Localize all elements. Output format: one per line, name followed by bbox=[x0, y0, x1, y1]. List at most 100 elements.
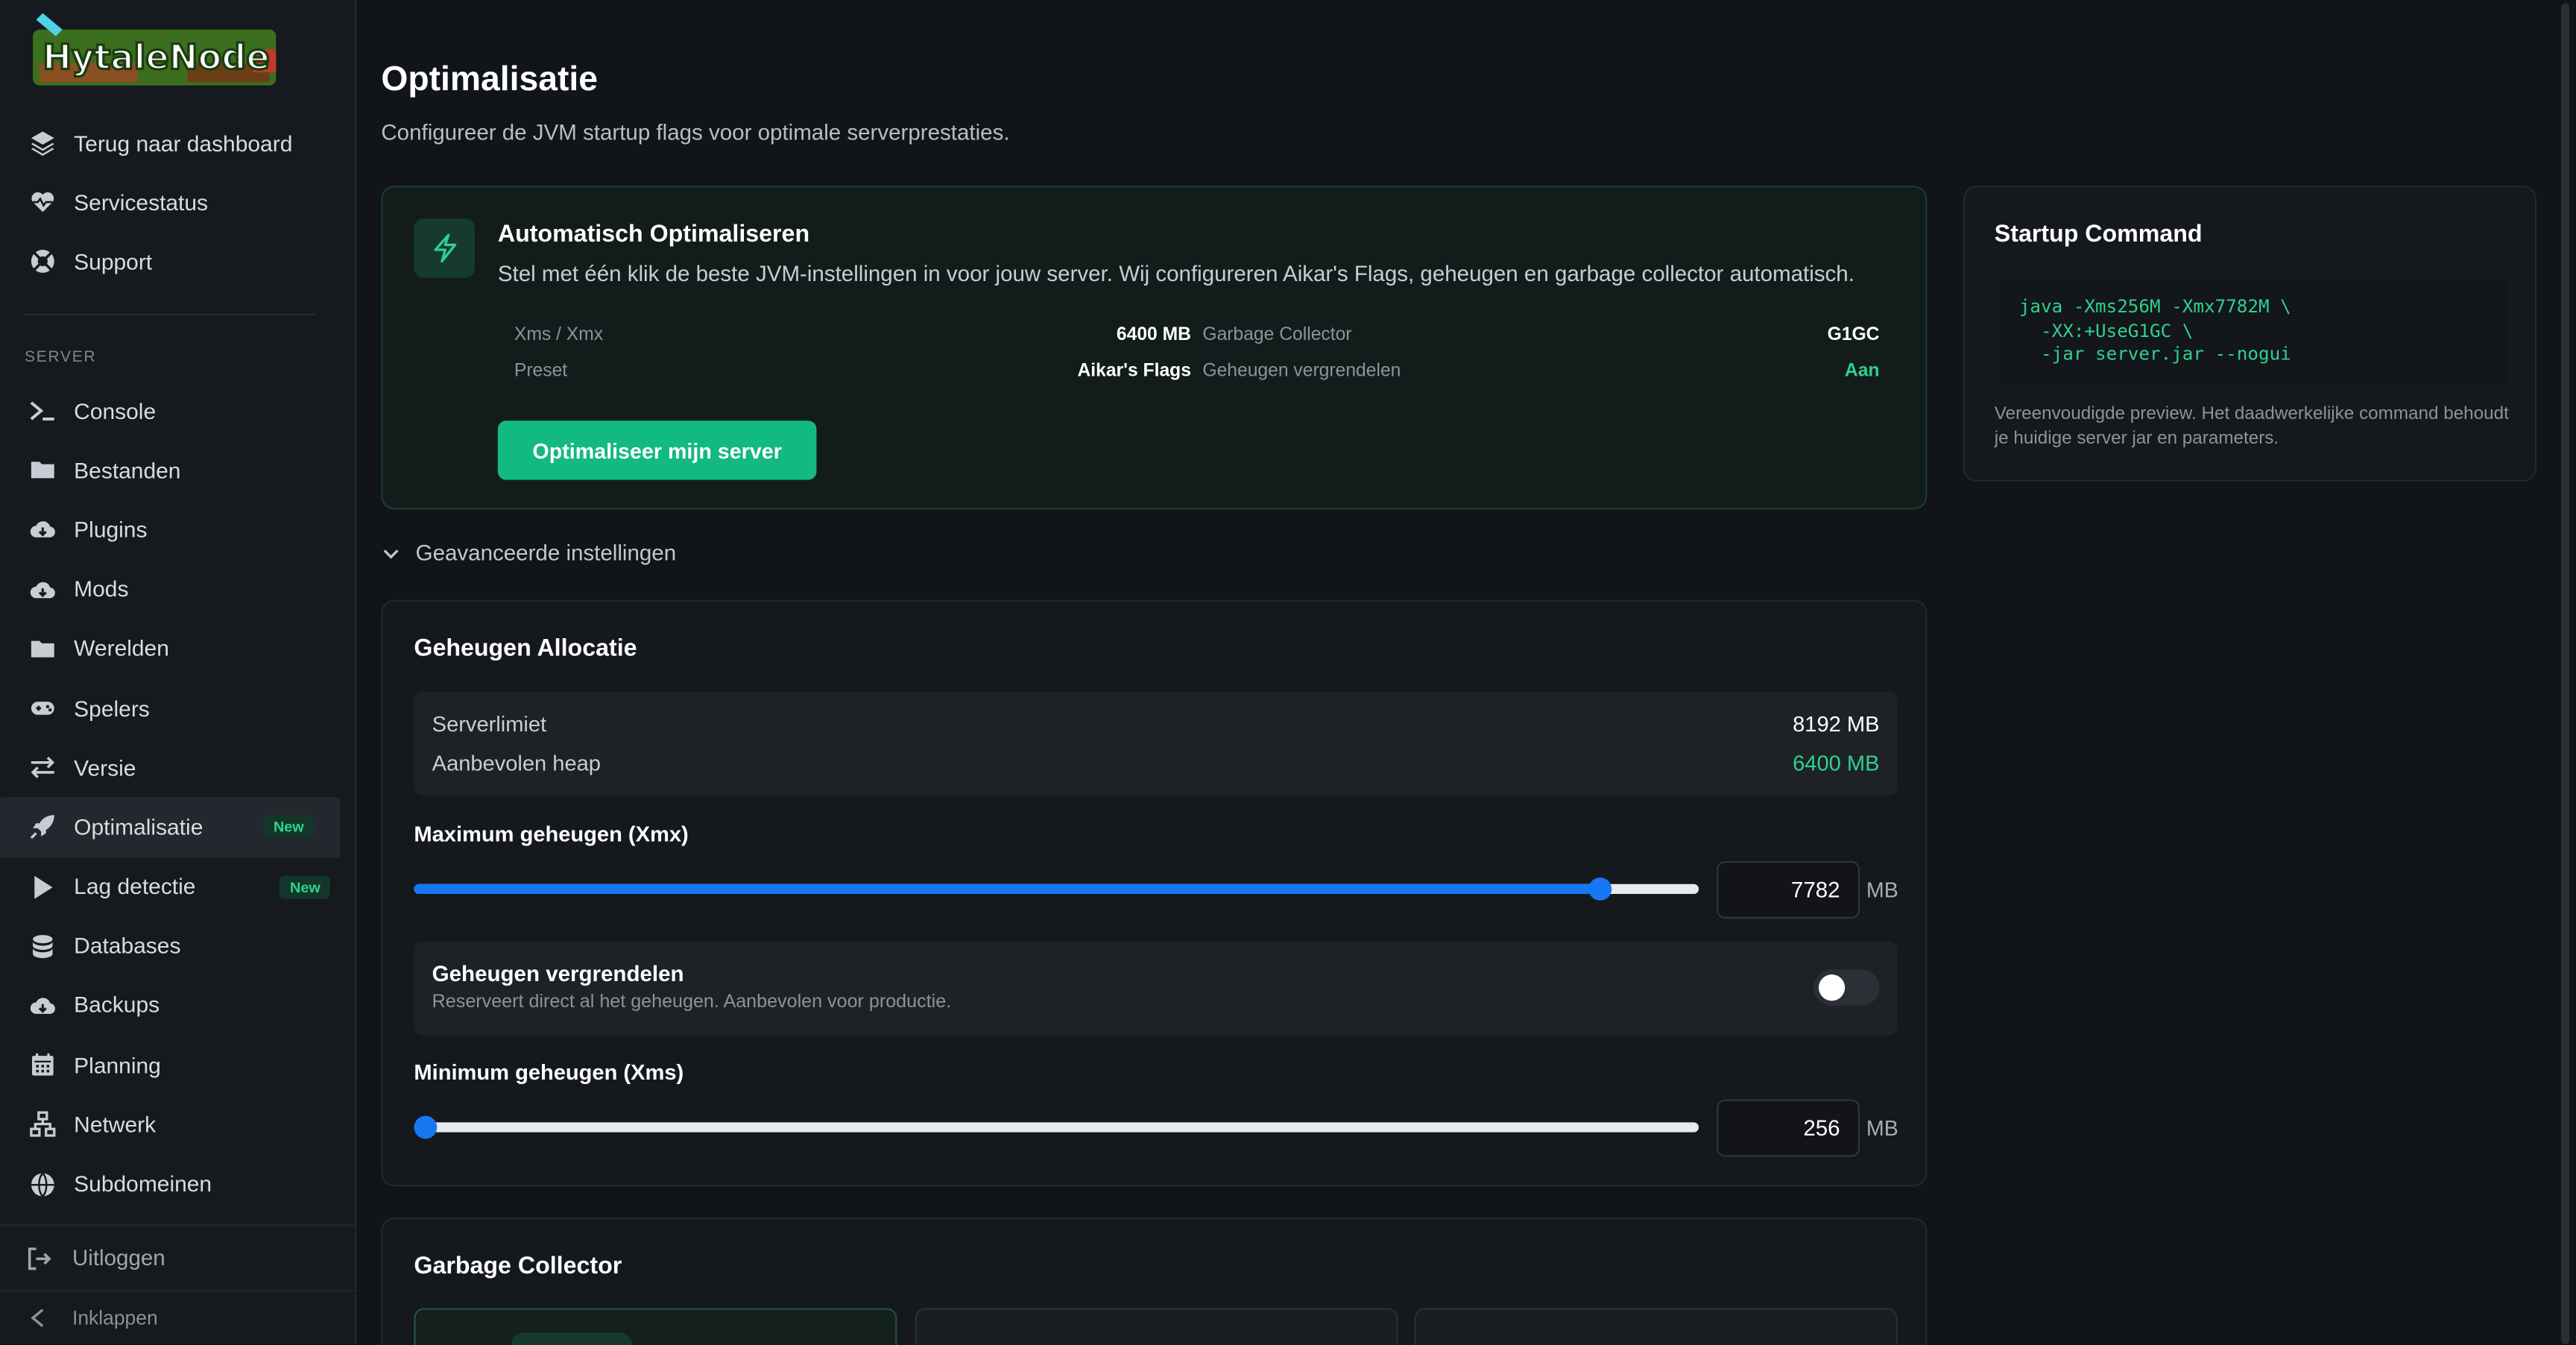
sidebar-item-optimalisatie[interactable]: Optimalisatie New bbox=[0, 797, 341, 857]
sidebar-item-databases[interactable]: Databases bbox=[0, 916, 356, 976]
sidebar-item-label: Netwerk bbox=[74, 1112, 157, 1137]
optimize-server-button[interactable]: Optimaliseer mijn server bbox=[497, 420, 817, 480]
xms-xmx-label: Xms / Xmx bbox=[514, 325, 604, 345]
min-memory-slider[interactable] bbox=[414, 1115, 1699, 1139]
min-memory-slider-thumb[interactable] bbox=[414, 1115, 438, 1139]
preset-value: Aikar's Flags bbox=[1077, 361, 1191, 382]
min-memory-label: Minimum geheugen (Xms) bbox=[414, 1059, 684, 1085]
logout-icon bbox=[26, 1245, 56, 1271]
page-scrollbar[interactable] bbox=[2558, 0, 2573, 1344]
folder-icon bbox=[28, 457, 57, 483]
sidebar-item-support[interactable]: Support bbox=[0, 233, 356, 292]
sidebar-item-label: Bestanden bbox=[74, 458, 181, 483]
sidebar-item-bestanden[interactable]: Bestanden bbox=[0, 441, 356, 500]
lock-memory-value: Aan bbox=[1844, 361, 1880, 382]
network-icon bbox=[28, 1112, 57, 1138]
server-limit-row: Serverlimiet 8192 MB bbox=[432, 711, 1880, 736]
sidebar-item-werelden[interactable]: Werelden bbox=[0, 619, 356, 678]
sidebar-item-versie[interactable]: Versie bbox=[0, 738, 356, 798]
lifebuoy-icon bbox=[28, 249, 57, 275]
database-icon bbox=[28, 933, 57, 959]
lightning-icon bbox=[414, 218, 475, 278]
gc-option-card[interactable] bbox=[915, 1308, 1398, 1345]
gc-option-card[interactable] bbox=[414, 1308, 897, 1345]
sidebar-item-label: Support bbox=[74, 249, 153, 275]
sidebar-divider bbox=[22, 313, 316, 316]
logout-button[interactable]: Uitloggen bbox=[0, 1224, 357, 1290]
preset-label: Preset bbox=[514, 361, 568, 382]
sidebar-item-console[interactable]: Console bbox=[0, 381, 356, 441]
sidebar-item-label: Versie bbox=[74, 755, 136, 781]
hytalenode-logo[interactable]: HytaleNode bbox=[23, 7, 286, 92]
sidebar-item-label: Servicestatus bbox=[74, 190, 209, 215]
chevron-left-icon bbox=[30, 1308, 49, 1328]
sidebar-server-nav: Console Bestanden Plugins Mods Werelden … bbox=[0, 381, 356, 1214]
sidebar-item-label: Planning bbox=[74, 1053, 161, 1078]
lock-memory-title: Geheugen vergrendelen bbox=[432, 961, 684, 986]
page-title: Optimalisatie bbox=[381, 60, 599, 99]
play-icon bbox=[28, 874, 57, 900]
collapse-label: Inklappen bbox=[72, 1306, 158, 1330]
sidebar-top-nav: Terug naar dashboard Servicestatus Suppo… bbox=[0, 113, 356, 292]
startup-command-card: Startup Command java -Xms256M -Xmx7782M … bbox=[1963, 186, 2537, 482]
new-badge: New bbox=[263, 815, 314, 839]
new-badge: New bbox=[280, 875, 331, 898]
sidebar-item-lag-detectie[interactable]: Lag detectie New bbox=[0, 857, 356, 916]
sidebar-item-label: Optimalisatie bbox=[74, 815, 203, 840]
gc-option-card[interactable] bbox=[1414, 1308, 1898, 1345]
lock-memory-row: Geheugen vergrendelen Aan bbox=[1202, 362, 1879, 381]
calendar-icon bbox=[28, 1052, 57, 1078]
min-memory-input[interactable] bbox=[1717, 1099, 1860, 1157]
sidebar-item-planning[interactable]: Planning bbox=[0, 1036, 356, 1095]
sidebar-item-plugins[interactable]: Plugins bbox=[0, 500, 356, 560]
max-memory-slider-thumb[interactable] bbox=[1588, 877, 1611, 901]
garbage-collector-card: Garbage Collector bbox=[381, 1218, 1928, 1345]
terminal-icon bbox=[28, 398, 57, 424]
rocket-icon bbox=[28, 814, 57, 840]
max-memory-unit: MB bbox=[1866, 877, 1898, 903]
layers-icon bbox=[28, 130, 57, 157]
sidebar-item-dashboard[interactable]: Terug naar dashboard bbox=[0, 113, 356, 173]
advanced-settings-label: Geavanceerde instellingen bbox=[415, 541, 677, 566]
recommended-heap-label: Aanbevolen heap bbox=[432, 751, 601, 776]
sidebar-item-spelers[interactable]: Spelers bbox=[0, 678, 356, 738]
server-limit-value: 8192 MB bbox=[1793, 711, 1880, 737]
sidebar-item-label: Mods bbox=[74, 576, 129, 602]
sidebar-item-backups[interactable]: Backups bbox=[0, 976, 356, 1036]
logo-graphic: HytaleNode bbox=[33, 13, 277, 86]
recommended-heap-row: Aanbevolen heap 6400 MB bbox=[432, 751, 1880, 775]
auto-optimize-title: Automatisch Optimaliseren bbox=[497, 221, 810, 248]
gc-label: Garbage Collector bbox=[1202, 325, 1352, 345]
sidebar-item-label: Spelers bbox=[74, 696, 150, 721]
memory-allocation-title: Geheugen Allocatie bbox=[414, 635, 637, 663]
sidebar-item-servicestatus[interactable]: Servicestatus bbox=[0, 173, 356, 233]
lock-memory-description: Reserveert direct al het geheugen. Aanbe… bbox=[432, 992, 952, 1012]
globe-icon bbox=[28, 1171, 57, 1197]
max-memory-slider[interactable] bbox=[414, 877, 1699, 901]
swap-arrows-icon bbox=[28, 755, 57, 781]
sidebar-item-netwerk[interactable]: Netwerk bbox=[0, 1094, 356, 1154]
collapse-sidebar-button[interactable]: Inklappen bbox=[0, 1290, 357, 1344]
recommended-heap-value: 6400 MB bbox=[1793, 751, 1880, 776]
sidebar-item-mods[interactable]: Mods bbox=[0, 560, 356, 620]
min-memory-unit: MB bbox=[1866, 1115, 1898, 1141]
auto-optimize-description: Stel met één klik de beste JVM-instellin… bbox=[497, 261, 1854, 286]
scrollbar-thumb[interactable] bbox=[2561, 3, 2570, 1344]
advanced-settings-toggle[interactable]: Geavanceerde instellingen bbox=[381, 541, 676, 565]
startup-command-code: java -Xms256M -Xmx7782M \ -XX:+UseG1GC \… bbox=[1994, 279, 2509, 390]
sidebar-item-label: Terug naar dashboard bbox=[74, 130, 293, 156]
toggle-knob bbox=[1818, 974, 1846, 1001]
startup-command-note: Vereenvoudigde preview. Het daadwerkelij… bbox=[1994, 404, 2509, 448]
max-memory-label: Maximum geheugen (Xmx) bbox=[414, 822, 689, 847]
gc-row: Garbage Collector G1GC bbox=[1202, 325, 1879, 344]
max-memory-input[interactable] bbox=[1717, 860, 1860, 919]
gc-option-tag bbox=[511, 1332, 633, 1345]
lock-memory-label: Geheugen vergrendelen bbox=[1202, 361, 1401, 382]
sidebar-item-label: Lag detectie bbox=[74, 874, 196, 899]
xms-xmx-row: Xms / Xmx 6400 MB bbox=[514, 325, 1191, 344]
lock-memory-toggle[interactable] bbox=[1813, 969, 1880, 1006]
sidebar-item-label: Console bbox=[74, 398, 157, 423]
xms-xmx-value: 6400 MB bbox=[1116, 325, 1191, 345]
server-limit-label: Serverlimiet bbox=[432, 711, 547, 737]
sidebar-item-subdomeinen[interactable]: Subdomeinen bbox=[0, 1154, 356, 1214]
